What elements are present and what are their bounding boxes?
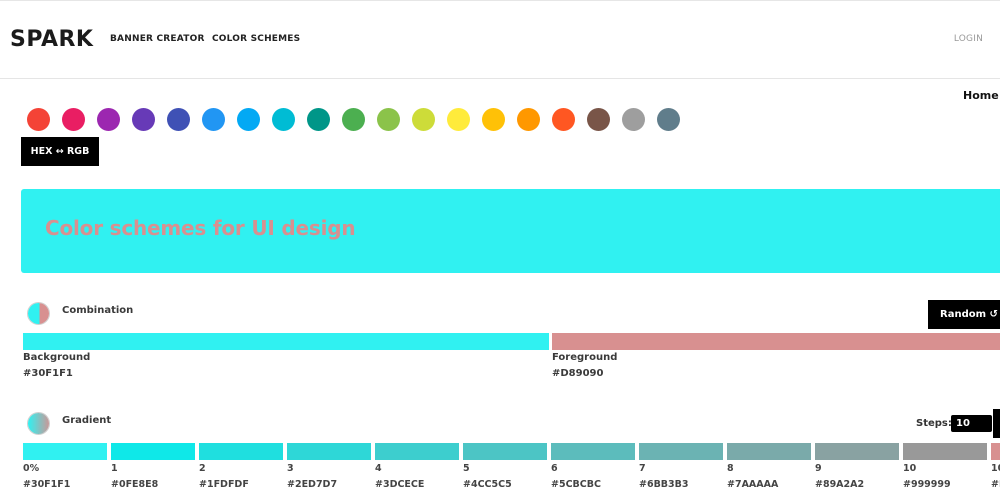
background-color-bar[interactable] [23, 333, 549, 350]
gradient-step-hex: #6BB3B3 [639, 479, 689, 490]
gradient-step-hex: #4CC5C5 [463, 479, 512, 490]
background-hex: #30F1F1 [23, 368, 73, 379]
gradient-step-index: 10 [991, 463, 1000, 474]
site-header: SPARK BANNER CREATOR COLOR SCHEMES LOGIN [0, 1, 1000, 79]
gradient-step-hex: #999999 [903, 479, 951, 490]
foreground-color-bar[interactable] [552, 333, 1000, 350]
color-swatch[interactable] [482, 108, 505, 131]
gradient-step-index: 4 [375, 463, 382, 474]
preview-banner: Color schemes for UI design [21, 189, 1000, 273]
gradient-step-index: 10 [903, 463, 917, 474]
gradient-step-hex: #D89090 [991, 479, 1000, 490]
gradient-icon [27, 412, 50, 435]
brand-logo[interactable]: SPARK [10, 27, 93, 52]
color-swatch[interactable] [342, 108, 365, 131]
gradient-step-index: 2 [199, 463, 206, 474]
color-swatch[interactable] [167, 108, 190, 131]
gradient-step-swatch[interactable] [111, 443, 195, 460]
color-swatch[interactable] [307, 108, 330, 131]
gradient-step-swatch[interactable] [23, 443, 107, 460]
gradient-step-hex: #1FDFDF [199, 479, 249, 490]
preview-banner-title: Color schemes for UI design [45, 216, 356, 240]
gradient-step-index: 3 [287, 463, 294, 474]
nav-banner-creator[interactable]: BANNER CREATOR [110, 34, 205, 44]
color-swatch[interactable] [447, 108, 470, 131]
gradient-step-index: 5 [463, 463, 470, 474]
color-swatch[interactable] [377, 108, 400, 131]
gradient-step-hex: #5CBCBC [551, 479, 601, 490]
gradient-step-index: 6 [551, 463, 558, 474]
color-swatch[interactable] [622, 108, 645, 131]
steps-label: Steps: [916, 418, 952, 429]
random-button[interactable]: Random ↺ [928, 300, 1000, 329]
combination-icon [27, 302, 50, 325]
gradient-step-swatch[interactable] [639, 443, 723, 460]
gradient-step-swatch[interactable] [903, 443, 987, 460]
nav-color-schemes[interactable]: COLOR SCHEMES [212, 34, 300, 44]
gradient-step-hex: #2ED7D7 [287, 479, 338, 490]
gradient-step-swatch[interactable] [463, 443, 547, 460]
foreground-label: Foreground [552, 352, 618, 363]
gradient-step-swatch[interactable] [727, 443, 811, 460]
steps-stepper-button[interactable] [993, 409, 1000, 438]
combination-title: Combination [62, 305, 134, 316]
color-swatch[interactable] [412, 108, 435, 131]
breadcrumb-home[interactable]: Home [963, 89, 999, 102]
color-swatch[interactable] [517, 108, 540, 131]
gradient-step-index: 8 [727, 463, 734, 474]
steps-input[interactable] [951, 415, 992, 432]
color-swatch[interactable] [272, 108, 295, 131]
gradient-step-hex: #0FE8E8 [111, 479, 159, 490]
gradient-step-hex: #3DCECE [375, 479, 425, 490]
foreground-hex: #D89090 [552, 368, 604, 379]
gradient-step-hex: #30F1F1 [23, 479, 71, 490]
color-swatch[interactable] [132, 108, 155, 131]
gradient-step-index: 7 [639, 463, 646, 474]
color-swatch[interactable] [62, 108, 85, 131]
color-swatch[interactable] [657, 108, 680, 131]
hex-rgb-toggle-button[interactable]: HEX ↔ RGB [21, 137, 99, 166]
gradient-step-index: 9 [815, 463, 822, 474]
gradient-step-index: 1 [111, 463, 118, 474]
gradient-step-hex: #89A2A2 [815, 479, 865, 490]
color-swatch[interactable] [97, 108, 120, 131]
color-swatch[interactable] [202, 108, 225, 131]
gradient-step-swatch[interactable] [199, 443, 283, 460]
gradient-title: Gradient [62, 415, 112, 426]
gradient-step-hex: #7AAAAA [727, 479, 779, 490]
gradient-step-swatch[interactable] [815, 443, 899, 460]
color-swatch[interactable] [552, 108, 575, 131]
gradient-step-swatch[interactable] [375, 443, 459, 460]
color-swatch[interactable] [237, 108, 260, 131]
color-swatch[interactable] [587, 108, 610, 131]
login-link[interactable]: LOGIN [954, 34, 983, 44]
gradient-step-swatch[interactable] [991, 443, 1000, 460]
gradient-step-swatch[interactable] [287, 443, 371, 460]
color-swatch[interactable] [27, 108, 50, 131]
gradient-step-swatch[interactable] [551, 443, 635, 460]
gradient-step-index: 0% [23, 463, 40, 474]
background-label: Background [23, 352, 91, 363]
